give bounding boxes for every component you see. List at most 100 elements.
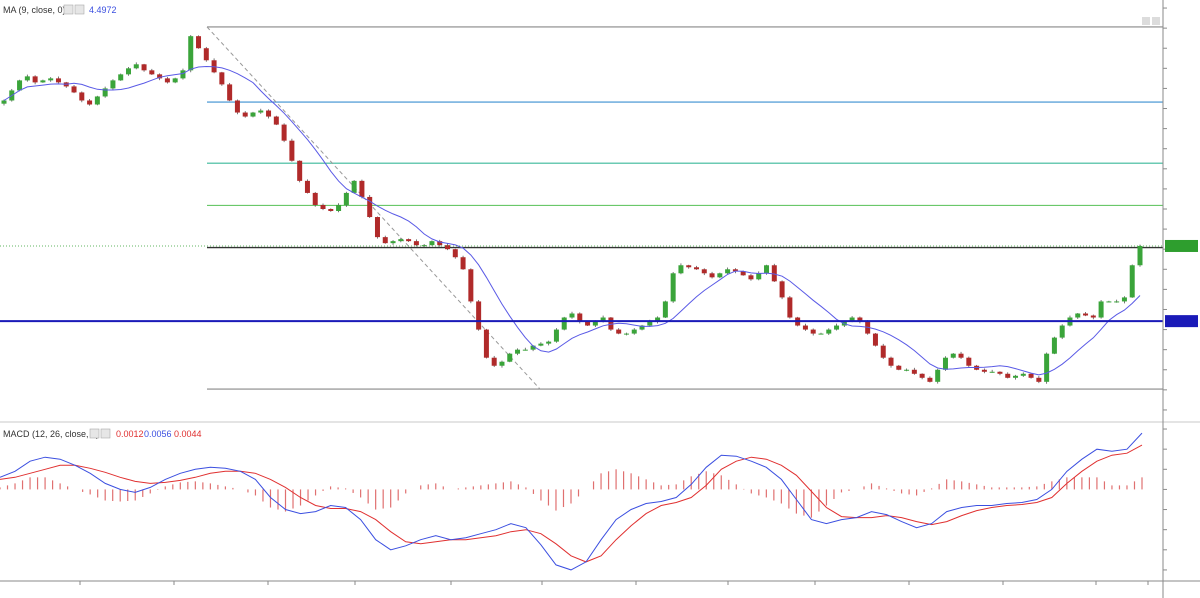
- candle-body: [483, 329, 489, 358]
- price-badges: [1165, 239, 1198, 328]
- axes: [0, 0, 1200, 598]
- candle-body: [1036, 377, 1042, 382]
- ma-line: [3, 65, 1141, 376]
- legend-settings-icon[interactable]: [63, 4, 74, 15]
- candle-body: [17, 80, 23, 91]
- candle-body: [250, 112, 256, 117]
- candle-body: [631, 329, 637, 334]
- candle-body: [398, 239, 404, 242]
- macd-legend-value-2: 0.0056: [144, 429, 172, 439]
- candle-body: [94, 96, 100, 105]
- candle-body: [413, 241, 419, 246]
- candle-body: [1005, 373, 1011, 378]
- candle-body: [693, 267, 699, 270]
- candle-body: [55, 78, 61, 83]
- candle-body: [382, 237, 388, 244]
- candle-body: [1121, 297, 1127, 302]
- candle-body: [266, 110, 272, 117]
- candle-body: [966, 357, 972, 366]
- legend-close-icon[interactable]: [74, 4, 85, 15]
- candle-body: [647, 321, 653, 326]
- candle-body: [1051, 337, 1057, 354]
- macd-legend: MACD (12, 26, close, 9) 0.0012 0.0056 0.…: [3, 428, 202, 439]
- candle-body: [1090, 315, 1096, 318]
- chart-canvas[interactable]: MA (9, close, 0) 4.4972 MACD (12, 26, cl…: [0, 0, 1200, 598]
- candle-body: [149, 70, 155, 75]
- ma-legend-label: MA (9, close, 0): [3, 5, 66, 15]
- support-price-badge: [1165, 315, 1198, 328]
- macd-settings-icon[interactable]: [89, 428, 100, 439]
- candle-body: [421, 245, 427, 247]
- candle-body: [227, 84, 233, 101]
- candle-body: [1106, 301, 1112, 303]
- candle-body: [538, 343, 544, 346]
- candle-body: [374, 217, 380, 238]
- candle-body: [888, 357, 894, 366]
- candle-body: [927, 377, 933, 382]
- candle-body: [172, 78, 178, 83]
- candle-body: [616, 329, 622, 334]
- candle-body: [180, 70, 186, 79]
- candle-body: [787, 297, 793, 318]
- candle-body: [911, 369, 917, 374]
- candle-body: [826, 329, 832, 334]
- price-legend: MA (9, close, 0) 4.4972: [3, 4, 117, 15]
- candle-body: [592, 321, 598, 326]
- candle-body: [273, 116, 279, 125]
- candle-body: [670, 273, 676, 302]
- candle-body: [1, 100, 7, 104]
- ma-legend-value: 4.4972: [89, 5, 117, 15]
- candle-body: [764, 265, 770, 274]
- candle-body: [234, 100, 240, 113]
- candle-body: [904, 369, 910, 371]
- candle-body: [717, 273, 723, 278]
- candle-body: [748, 275, 754, 280]
- candle-body: [896, 365, 902, 370]
- candle-body: [87, 100, 93, 105]
- candle-body: [802, 325, 808, 330]
- candle-body: [756, 273, 762, 280]
- candle-body: [297, 160, 303, 181]
- candle-body: [1137, 245, 1143, 266]
- candle-body: [336, 204, 342, 212]
- candle-body: [281, 124, 287, 141]
- candle-body: [118, 74, 124, 81]
- macd-close-icon[interactable]: [100, 428, 111, 439]
- candle-body: [662, 301, 668, 318]
- candle-body: [553, 329, 559, 342]
- candle-body: [32, 76, 38, 83]
- candle-body: [942, 357, 948, 370]
- candle-body: [71, 86, 77, 93]
- candle-body: [452, 249, 458, 258]
- candle-body: [133, 64, 139, 69]
- candle-body: [258, 110, 264, 113]
- macd-legend-value-3: 0.0044: [174, 429, 202, 439]
- candle-body: [834, 325, 840, 330]
- candle-body: [328, 208, 334, 212]
- candle-body: [507, 353, 513, 362]
- candle-body: [981, 369, 987, 372]
- candle-body: [460, 257, 466, 270]
- candle-body: [1028, 373, 1034, 378]
- pane-collapse-icon[interactable]: [1152, 17, 1160, 25]
- candle-body: [1059, 325, 1065, 338]
- candle-body: [1114, 301, 1120, 303]
- macd-legend-label: MACD (12, 26, close, 9): [3, 429, 99, 439]
- candle-body: [709, 273, 715, 278]
- candle-body: [919, 373, 925, 378]
- candle-body: [125, 68, 131, 75]
- candle-body: [40, 80, 46, 83]
- candle-body: [686, 265, 692, 268]
- chart-corner-buttons: [1142, 17, 1160, 25]
- candle-body: [1129, 265, 1135, 298]
- candle-body: [359, 180, 365, 197]
- candle-body: [701, 269, 707, 274]
- candle-body: [312, 192, 318, 205]
- candle-body: [164, 78, 170, 83]
- current-price-badge: [1165, 239, 1198, 252]
- candle-body: [110, 80, 116, 89]
- pane-maximize-icon[interactable]: [1142, 17, 1150, 25]
- candles: [1, 35, 1143, 384]
- candle-body: [810, 329, 816, 334]
- candle-body: [958, 353, 964, 358]
